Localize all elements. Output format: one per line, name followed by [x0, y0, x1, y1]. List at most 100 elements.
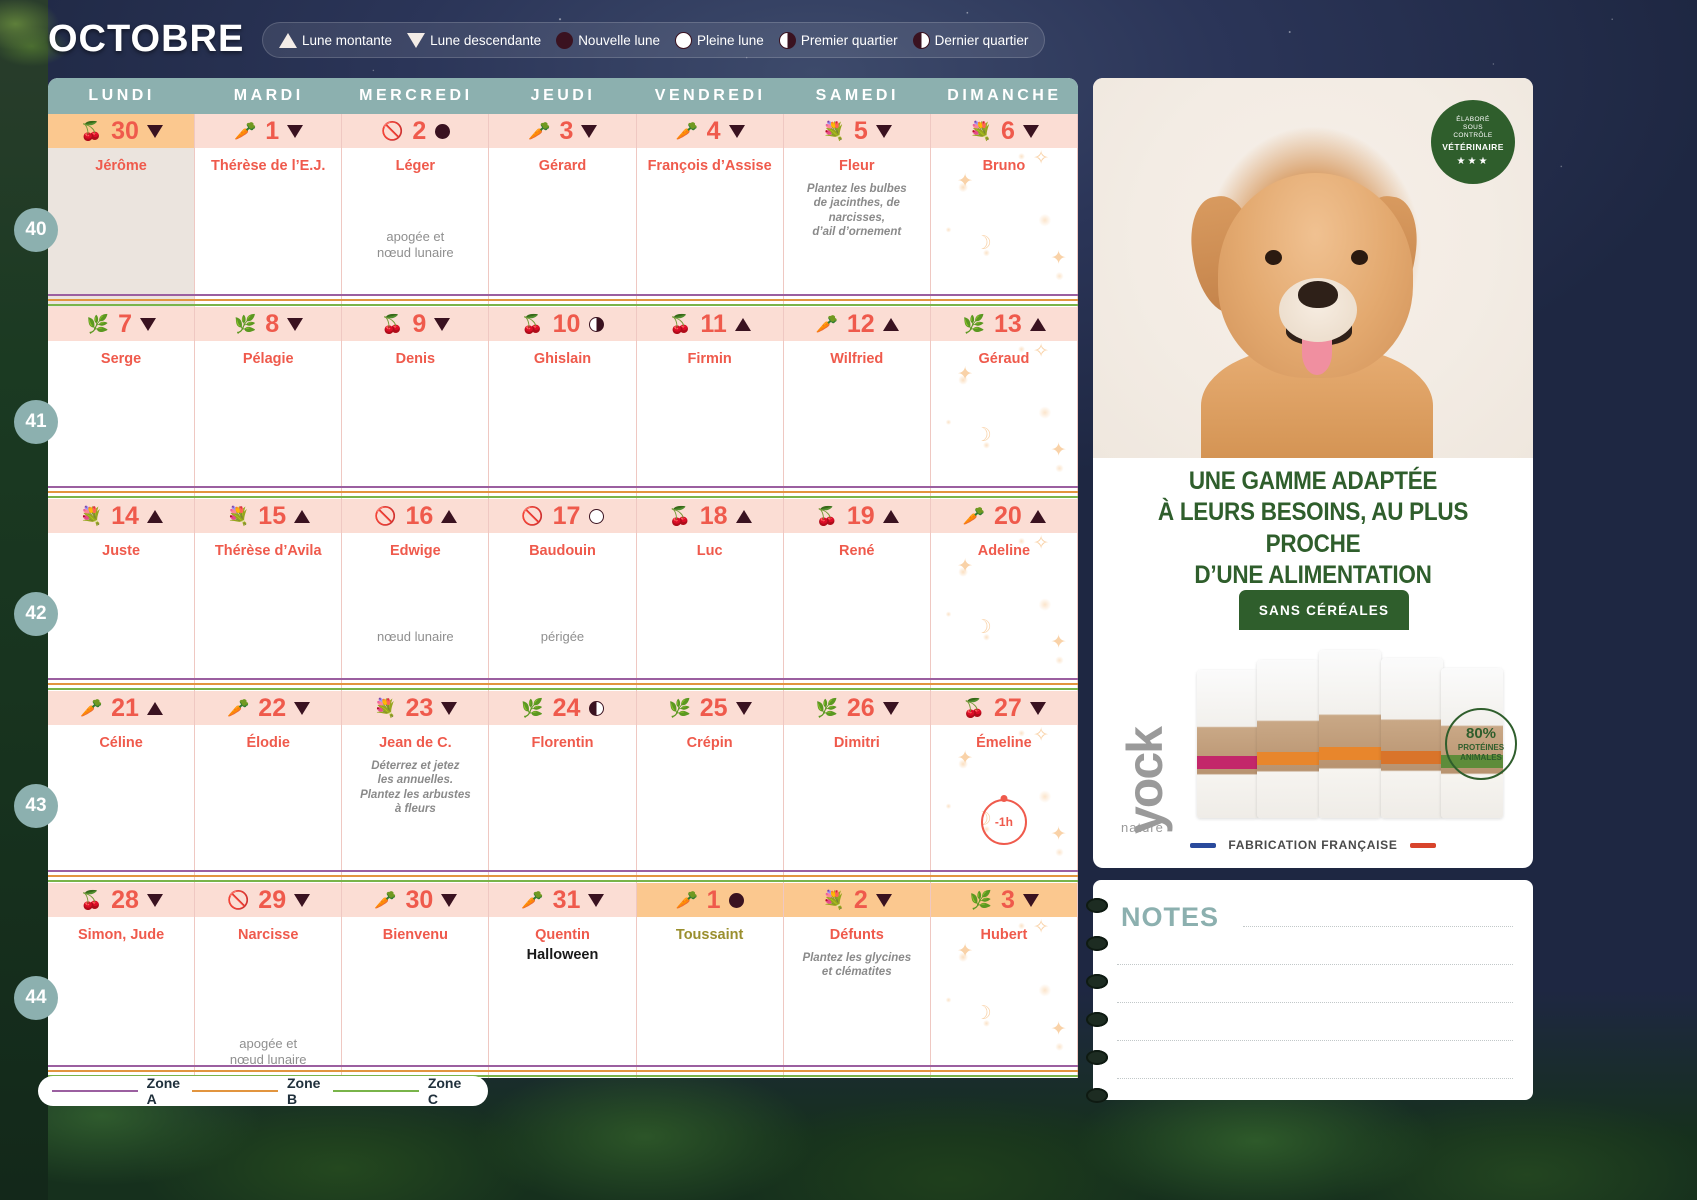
- star-decoration-icon: ☽: [974, 1002, 992, 1024]
- day-number: 29: [258, 885, 287, 914]
- calendar-day-cell[interactable]: 🌿 8 Pélagie: [195, 307, 343, 499]
- calendar-day-cell[interactable]: 🌿 7 Serge: [48, 307, 196, 499]
- week-number-badge: 44: [14, 976, 58, 1020]
- note-line[interactable]: [1243, 926, 1513, 927]
- brand-logo: yock: [1117, 728, 1173, 834]
- french-flag-blue-icon: [1190, 842, 1217, 848]
- lunar-event-note: apogée et nœud lunaire: [377, 228, 454, 260]
- day-header-bar: 🥕 21: [48, 691, 195, 725]
- calendar-day-cell[interactable]: 🍒 30 Jérôme: [48, 114, 196, 307]
- day-number: 6: [1000, 116, 1015, 145]
- advertisement-panel[interactable]: ÉLABORÉ SOUS CONTRÔLE VÉTÉRINAIRE ★★★ UN…: [1093, 78, 1533, 868]
- calendar-day-cell[interactable]: 💐 14 Juste: [48, 499, 196, 691]
- calendar-day-cell[interactable]: 🌿 25 Crépin: [636, 691, 784, 883]
- calendar-day-cell[interactable]: ✦ ✧ ☽ ✦ 🌿 13 Géraud: [930, 307, 1078, 499]
- notes-panel[interactable]: NOTES: [1093, 880, 1533, 1100]
- calendar-day-cell[interactable]: 🥕 1 Toussaint: [636, 883, 784, 1078]
- calendar-day-cell[interactable]: 🥕 30 Bienvenu: [342, 883, 490, 1078]
- product-bags-image: [1197, 618, 1503, 818]
- note-line[interactable]: [1117, 964, 1513, 965]
- carrot-icon: 🥕: [521, 890, 544, 910]
- calendar-day-cell[interactable]: 🍒 19 René: [783, 499, 931, 691]
- day-header-bar: 💐 5: [783, 114, 930, 148]
- calendar-day-cell[interactable]: 🍒 9 Denis: [342, 307, 490, 499]
- saint-name: Bruno: [982, 158, 1026, 174]
- calendar-day-cell[interactable]: ✦ ✧ ☽ ✦ 🌿 3 Hubert: [930, 883, 1078, 1078]
- calendar-day-cell[interactable]: 💐 23 Jean de C. Déterrez et jetez les annuel…: [342, 691, 490, 883]
- product-bag: [1319, 650, 1381, 818]
- triangle-up-icon: [146, 701, 164, 715]
- triangle-up-icon: [146, 509, 164, 523]
- day-header-bar: 🥕 4: [636, 114, 783, 148]
- calendar-day-cell[interactable]: ✦ ✧ ☽ ✦ 🍒 27 Émeline -1h: [930, 691, 1078, 883]
- note-line[interactable]: [1117, 1040, 1513, 1041]
- calendar-day-cell[interactable]: 💐 5 Fleur Plantez les bulbes de jacinthes, d…: [783, 114, 931, 307]
- day-number: 5: [853, 116, 868, 145]
- triangle-up-icon: [882, 317, 900, 331]
- calendar-day-cell[interactable]: 💐 15 Thérèse d’Avila: [195, 499, 343, 691]
- calendar-week-row: 🍒 28 Simon, Jude 🚫 29 Narcisse apogée et nœud l…: [48, 883, 1078, 1078]
- note-line[interactable]: [1117, 1002, 1513, 1003]
- lunar-event-note: nœud lunaire: [377, 628, 454, 644]
- saint-name: René: [839, 543, 875, 559]
- calendar-day-cell[interactable]: 🚫 29 Narcisse apogée et nœud lunaire: [195, 883, 343, 1078]
- day-of-week-jeudi: JEUDI: [530, 87, 596, 104]
- note-line[interactable]: [1117, 1078, 1513, 1079]
- calendar-day-cell[interactable]: ✦ ✧ ☽ ✦ 🥕 20 Adeline: [930, 499, 1078, 691]
- vet-badge-line3: CONTRÔLE: [1453, 132, 1493, 139]
- day-header-bar: 🚫 16: [342, 499, 489, 533]
- star-decoration-icon: ☽: [974, 617, 992, 639]
- day-of-week-lundi: LUNDI: [88, 87, 155, 104]
- legend-label: Nouvelle lune: [578, 32, 660, 48]
- calendar-week-row: 💐 14 Juste 💐 15 Thérèse d’Avila 🚫 16 Edwige nœud …: [48, 499, 1078, 691]
- day-header-bar: 🌿 7: [48, 307, 195, 341]
- star-decoration-icon: ✦: [1050, 824, 1067, 846]
- day-number: 11: [700, 309, 727, 338]
- day-number: 1: [706, 885, 721, 914]
- lunar-event-note: apogée et nœud lunaire: [229, 1035, 307, 1067]
- day-header-bar: 🚫 29: [195, 883, 342, 917]
- brand-sublabel: nature: [1121, 820, 1164, 835]
- full-moon-icon: [587, 508, 605, 524]
- calendar-day-cell[interactable]: 🌿 24 Florentin: [489, 691, 637, 883]
- triangle-down-icon: [1029, 701, 1047, 715]
- saint-name: Gérard: [538, 158, 587, 174]
- calendar-day-cell[interactable]: 🥕 12 Wilfried: [783, 307, 931, 499]
- day-header-bar: 💐 23: [342, 691, 489, 725]
- saint-name: Émeline: [976, 735, 1032, 751]
- day-header-bar: 🚫 17: [489, 499, 636, 533]
- day-header-bar: 🥕 22: [195, 691, 342, 725]
- day-number: 21: [111, 693, 139, 722]
- calendar-week-row: 🥕 21 Céline 🥕 22 Élodie 💐 23 Jean de C. Déterrez …: [48, 691, 1078, 883]
- calendar-day-cell[interactable]: 🥕 3 Gérard: [489, 114, 637, 307]
- calendar-day-cell[interactable]: 🚫 16 Edwige nœud lunaire: [342, 499, 490, 691]
- day-header-bar: 🌿 8: [195, 307, 342, 341]
- calendar-day-cell[interactable]: 🚫 2 Léger apogée et nœud lunaire: [342, 114, 490, 307]
- calendar-day-cell[interactable]: 🥕 1 Thérèse de l’E.J.: [195, 114, 343, 307]
- calendar-day-cell[interactable]: 🍒 28 Simon, Jude: [48, 883, 196, 1078]
- calendar-day-cell[interactable]: 🍒 10 Ghislain: [489, 307, 637, 499]
- calendar-grid[interactable]: LUNDI MARDI MERCREDI JEUDI VENDREDI SAMEDI DIM…: [48, 78, 1078, 1078]
- triangle-down-icon: [735, 701, 753, 715]
- day-of-week-mercredi: MERCREDI: [359, 87, 473, 104]
- saint-name: Adeline: [977, 543, 1031, 559]
- saint-name: Denis: [395, 351, 436, 367]
- zone-label: Zone B: [286, 1075, 321, 1107]
- saint-name: Florentin: [531, 735, 594, 751]
- calendar-day-cell[interactable]: 🥕 31 Quentin Halloween: [489, 883, 637, 1078]
- calendar-day-cell[interactable]: 🍒 18 Luc: [636, 499, 784, 691]
- calendar-day-cell[interactable]: 🚫 17 Baudouin périgée: [489, 499, 637, 691]
- calendar-day-cell[interactable]: 🌿 26 Dimitri: [783, 691, 931, 883]
- leaf-icon: 🌿: [234, 314, 257, 334]
- calendar-day-cell[interactable]: 🥕 4 François d’Assise: [636, 114, 784, 307]
- protein-pct: 80%: [1465, 725, 1497, 743]
- calendar-day-cell[interactable]: 🍒 11 Firmin: [636, 307, 784, 499]
- calendar-day-cell[interactable]: 🥕 22 Élodie: [195, 691, 343, 883]
- calendar-day-cell[interactable]: 💐 2 Défunts Plantez les glycines et clématit…: [783, 883, 931, 1078]
- legend-label: Lune descendante: [430, 32, 542, 48]
- calendar-day-cell[interactable]: ✦ ✧ ☽ ✦ 💐 6 Bruno: [930, 114, 1078, 307]
- triangle-down-icon: [875, 893, 893, 907]
- calendar-day-cell[interactable]: 🥕 21 Céline: [48, 691, 196, 883]
- triangle-down-icon: [286, 317, 304, 331]
- flower-icon: 💐: [79, 506, 103, 526]
